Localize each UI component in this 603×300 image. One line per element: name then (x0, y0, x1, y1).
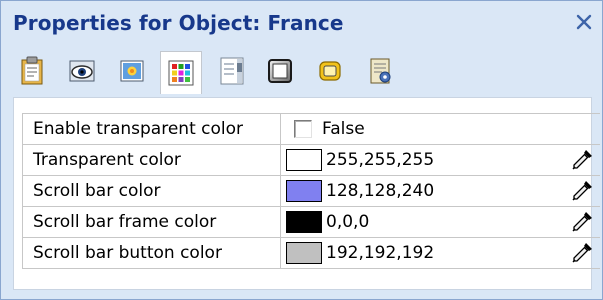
color-swatch[interactable] (286, 149, 322, 171)
color-picker-button[interactable] (568, 209, 596, 235)
scrollbar-icon (220, 57, 244, 85)
color-picker-button[interactable] (568, 240, 596, 266)
color-swatch[interactable] (286, 211, 322, 233)
color-value-text: 128,128,240 (326, 181, 435, 201)
close-button[interactable] (572, 9, 596, 35)
color-value-text: 255,255,255 (326, 150, 435, 170)
color-swatch[interactable] (286, 242, 322, 264)
tab-button[interactable] (313, 54, 347, 88)
properties-content: Enable transparent color False Transpare… (13, 97, 600, 290)
eye-icon (69, 60, 95, 82)
close-icon (576, 14, 592, 30)
button-icon (319, 61, 341, 81)
tab-clipboard[interactable] (15, 54, 49, 88)
property-label: Scroll bar button color (23, 238, 281, 268)
checkbox-value-text: False (322, 119, 365, 139)
property-value: False (282, 114, 600, 144)
eyedropper-icon (572, 150, 592, 170)
property-row-transparent-color: Transparent color 255,255,255 (22, 145, 600, 176)
color-grid-icon (168, 60, 194, 86)
property-label: Scroll bar color (23, 176, 281, 206)
tab-visibility[interactable] (65, 54, 99, 88)
property-value: 0,0,0 (282, 207, 600, 237)
properties-grid: Enable transparent color False Transpare… (22, 113, 600, 269)
transparent-checkbox[interactable] (294, 120, 312, 138)
property-row-scroll-bar-button-color: Scroll bar button color 192,192,192 (22, 238, 600, 269)
toolbar (1, 46, 602, 96)
tab-scrollbar[interactable] (215, 54, 249, 88)
eyedropper-icon (572, 212, 592, 232)
property-label: Scroll bar frame color (23, 207, 281, 237)
color-value-text: 192,192,192 (326, 243, 435, 263)
tab-colors[interactable] (160, 51, 202, 94)
clipboard-icon (21, 56, 43, 85)
color-picker-button[interactable] (568, 178, 596, 204)
window-title: Properties for Object: France (13, 11, 344, 35)
frame-icon (268, 59, 292, 83)
property-label: Enable transparent color (23, 114, 281, 144)
tab-settings[interactable] (363, 54, 397, 88)
color-swatch[interactable] (286, 180, 322, 202)
property-value: 128,128,240 (282, 176, 600, 206)
color-value-text: 0,0,0 (326, 212, 370, 232)
image-icon (120, 60, 144, 82)
property-row-enable-transparent: Enable transparent color False (22, 114, 600, 145)
property-row-scroll-bar-color: Scroll bar color 128,128,240 (22, 176, 600, 207)
property-value: 192,192,192 (282, 238, 600, 268)
property-label: Transparent color (23, 145, 281, 175)
property-row-scroll-bar-frame-color: Scroll bar frame color 0,0,0 (22, 207, 600, 238)
color-picker-button[interactable] (568, 147, 596, 173)
eyedropper-icon (572, 243, 592, 263)
properties-panel: Properties for Object: France Enable tra… (0, 0, 603, 300)
title-bar: Properties for Object: France (1, 1, 602, 45)
tab-image[interactable] (115, 54, 149, 88)
eyedropper-icon (572, 181, 592, 201)
tab-frame[interactable] (263, 54, 297, 88)
property-value: 255,255,255 (282, 145, 600, 175)
settings-sheet-icon (370, 58, 391, 84)
